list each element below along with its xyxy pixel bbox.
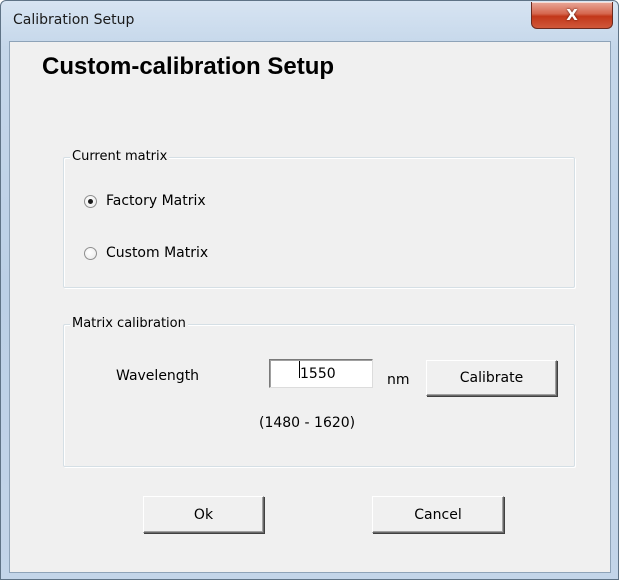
current-matrix-legend: Current matrix [70,149,170,164]
current-matrix-group: Current matrix [63,149,575,288]
unit-label: nm [387,372,410,388]
wavelength-range-hint: (1480 - 1620) [259,415,356,431]
text-caret [299,361,300,378]
radio-unchecked-icon [84,247,97,260]
dialog-client-area [9,41,611,573]
matrix-calibration-legend: Matrix calibration [70,316,188,331]
cancel-button[interactable]: Cancel [372,496,504,533]
calibrate-button[interactable]: Calibrate [426,360,557,396]
close-icon: X [566,6,578,24]
wavelength-label: Wavelength [116,368,200,384]
factory-matrix-radio[interactable]: Factory Matrix [84,193,264,213]
custom-matrix-label: Custom Matrix [106,245,209,261]
ok-button[interactable]: Ok [143,496,264,533]
dialog-heading: Custom-calibration Setup [42,53,335,80]
title-bar[interactable]: Calibration Setup X [1,1,618,41]
close-button[interactable]: X [531,2,613,29]
dialog-window: Calibration Setup X [0,0,619,580]
radio-checked-icon [84,195,97,208]
factory-matrix-label: Factory Matrix [106,193,206,209]
custom-matrix-radio[interactable]: Custom Matrix [84,245,264,265]
wavelength-input[interactable] [269,359,373,388]
window-title: Calibration Setup [13,12,135,28]
